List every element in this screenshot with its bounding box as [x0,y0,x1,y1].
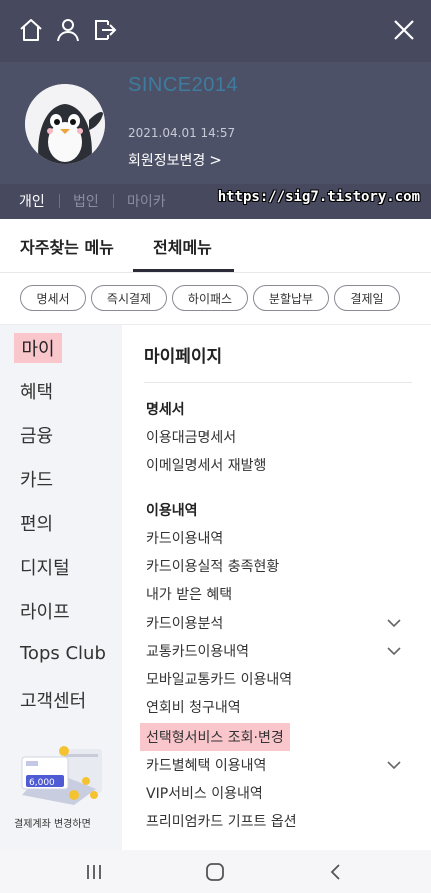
category-life[interactable]: 라이프 [20,598,70,624]
user-icon[interactable] [54,16,82,44]
menu-item-transit-usage[interactable]: 교통카드이용내역 [146,641,249,661]
mode-personal[interactable]: 개인 [19,191,45,211]
chip-installment[interactable]: 분할납부 [253,285,329,311]
recent-apps-icon[interactable] [82,862,106,882]
avatar [25,84,105,164]
menu-item-performance[interactable]: 카드이용실적 충족현황 [146,556,279,576]
menu-item-received-benefits[interactable]: 내가 받은 혜택 [146,584,232,604]
category-my[interactable]: 마이 [14,333,62,363]
home-icon[interactable] [17,16,45,44]
category-benefits[interactable]: 혜택 [20,378,53,404]
menu-item-statement[interactable]: 이용대금명세서 [146,427,236,447]
chip-instant-pay[interactable]: 즉시결제 [91,285,167,311]
watermark: https://sig7.tistory.com [217,189,420,205]
section-usage-title: 이용내역 [146,503,198,519]
edit-profile-label: 회원정보변경 [128,153,206,169]
menu-item-email-reissue[interactable]: 이메일명세서 재발행 [146,455,266,475]
mode-mycar[interactable]: 마이카 [127,191,166,211]
chip-hipass[interactable]: 하이패스 [172,285,248,311]
header: SINCE2014 2021.04.01 14:57 회원정보변경 > 개인 법… [0,0,431,219]
category-card[interactable]: 카드 [20,466,53,492]
menu-item-premium-gift[interactable]: 프리미엄카드 기프트 옵션 [146,811,297,831]
divider [113,194,114,208]
active-tab-indicator [133,269,234,272]
logout-icon[interactable] [91,16,119,44]
menu-content: 마이페이지 명세서 이용대금명세서 이메일명세서 재발행 이용내역 카드이용내역… [122,325,431,850]
tab-frequent-menu[interactable]: 자주찾는 메뉴 [20,234,114,258]
tab-all-menu[interactable]: 전체메뉴 [153,234,212,258]
chevron-down-icon[interactable] [386,617,402,629]
menu-tabs: 자주찾는 메뉴 전체메뉴 [0,219,431,273]
menu-item-card-usage[interactable]: 카드이용내역 [146,528,223,548]
account-mode-switcher: 개인 법인 마이카 https://sig7.tistory.com [0,184,431,219]
menu-item-mobile-transit[interactable]: 모바일교통카드 이용내역 [146,669,292,689]
category-finance[interactable]: 금융 [20,422,53,448]
category-tops-club[interactable]: Tops Club [20,643,106,664]
quick-chips: 명세서 즉시결제 하이패스 분할납부 결제일 [0,273,431,325]
member-since: SINCE2014 [128,74,239,96]
divider [59,194,60,208]
chip-statement[interactable]: 명세서 [20,285,86,311]
payment-promo-illustration: 6,000 [21,746,102,805]
chip-payment-date[interactable]: 결제일 [334,285,400,311]
promo-caption: 결제계좌 변경하면 [14,819,91,830]
top-bar [0,0,431,62]
promo-amount: 6,000 [29,778,55,788]
menu-item-annual-fee[interactable]: 연회비 청구내역 [146,697,241,717]
category-digital[interactable]: 디지털 [20,554,70,580]
category-customer-center[interactable]: 고객센터 [20,687,86,713]
edit-profile-link[interactable]: 회원정보변경 > [128,150,222,170]
menu-item-card-benefits[interactable]: 카드별혜택 이용내역 [146,755,266,775]
mode-corporate[interactable]: 법인 [73,191,99,211]
back-icon[interactable] [324,862,348,882]
menu-item-optional-service[interactable]: 선택형서비스 조회·변경 [140,723,290,751]
menu-item-usage-analysis[interactable]: 카드이용분석 [146,613,223,633]
chevron-down-icon[interactable] [386,645,402,657]
chevron-right-icon: > [209,151,222,169]
section-statement-title: 명세서 [146,402,185,418]
penguin-icon [25,84,105,164]
chevron-down-icon[interactable] [386,759,402,771]
category-sidebar: 마이 혜택 금융 카드 편의 디지털 라이프 Tops Club 고객센터 6,… [0,325,122,850]
menu-item-vip-service[interactable]: VIP서비스 이용내역 [146,783,263,803]
last-login-datetime: 2021.04.01 14:57 [128,126,236,140]
category-convenience[interactable]: 편의 [20,510,53,536]
promo-banner[interactable]: 6,000 [16,745,108,807]
close-icon[interactable] [390,16,418,44]
profile-card: SINCE2014 2021.04.01 14:57 회원정보변경 > [0,62,431,184]
page-title: 마이페이지 [144,347,223,367]
system-nav-bar [0,850,431,893]
home-button-icon[interactable] [203,862,227,882]
divider [144,382,412,383]
